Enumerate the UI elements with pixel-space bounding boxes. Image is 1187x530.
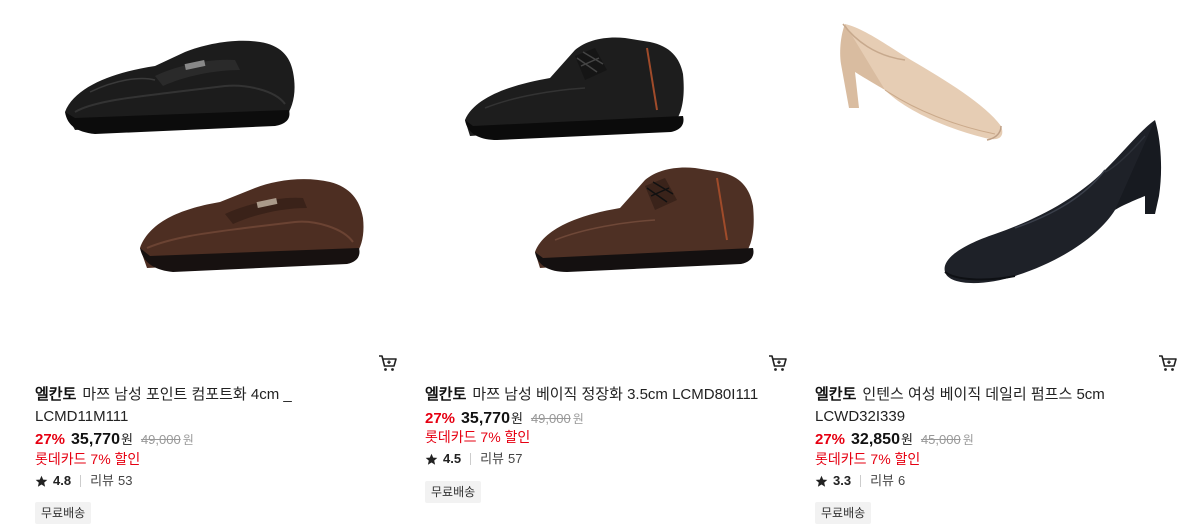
card-discount-text: 롯데카드 7% 할인 <box>35 451 141 467</box>
star-icon <box>815 475 828 488</box>
review-count: 57 <box>508 451 523 466</box>
cart-icon <box>1159 355 1177 371</box>
star-icon <box>35 475 48 488</box>
price-row: 27% 35,770원 49,000 원 <box>425 409 584 429</box>
brand-name: 엘칸토 <box>815 386 857 403</box>
review-label: 리뷰 <box>480 451 504 466</box>
divider <box>80 475 82 487</box>
sale-price: 35,770 <box>71 431 120 448</box>
sale-price: 35,770 <box>461 410 510 427</box>
shoe-pump-image <box>840 23 1162 284</box>
price-row: 27% 35,770원 49,000 원 <box>35 430 194 450</box>
review-label: 리뷰 <box>870 473 894 488</box>
original-currency: 원 <box>182 433 194 447</box>
divider <box>860 475 862 487</box>
product-card[interactable]: 엘칸토 인텐스 여성 베이직 데일리 펌프스 5cm LCWD32I339 27%… <box>815 0 1185 530</box>
divider <box>470 453 472 465</box>
original-price: 49,000 <box>530 411 571 426</box>
rating-score: 4.8 <box>53 473 72 488</box>
rating-score: 3.3 <box>833 473 852 488</box>
add-to-cart-button[interactable] <box>377 352 399 374</box>
original-currency: 원 <box>572 412 584 426</box>
cart-icon <box>379 355 397 371</box>
discount-rate: 27% <box>815 431 846 448</box>
sale-price: 32,850 <box>851 431 900 448</box>
product-title[interactable]: 엘칸토 마쯔 남성 포인트 컴포트화 4cm _ LCMD11M111 <box>35 384 345 428</box>
review-count: 53 <box>118 473 133 488</box>
brand-name: 엘칸토 <box>35 386 77 403</box>
review-count: 6 <box>898 473 906 488</box>
cart-icon <box>769 355 787 371</box>
currency-label: 원 <box>120 432 133 447</box>
product-title[interactable]: 엘칸토 마쯔 남성 베이직 정장화 3.5cm LCMD80I111 <box>425 384 785 406</box>
product-grid: 엘칸토 마쯔 남성 포인트 컴포트화 4cm _ LCMD11M111 27% 35… <box>0 0 1187 530</box>
original-price: 45,000 <box>920 432 961 447</box>
discount-rate: 27% <box>425 410 456 427</box>
price-row: 27% 32,850원 45,000 원 <box>815 430 974 450</box>
rating-row: 4.5 리뷰 57 <box>425 450 522 468</box>
currency-label: 원 <box>900 432 913 447</box>
original-currency: 원 <box>962 433 974 447</box>
brand-name: 엘칸토 <box>425 386 467 403</box>
card-discount-text: 롯데카드 7% 할인 <box>815 451 921 467</box>
star-icon <box>425 453 438 466</box>
rating-score: 4.5 <box>443 451 462 466</box>
add-to-cart-button[interactable] <box>1157 352 1179 374</box>
free-shipping-badge: 무료배송 <box>815 502 872 524</box>
product-image[interactable] <box>425 0 795 340</box>
product-name: 인텐스 여성 베이직 데일리 펌프스 5cm LCWD32I339 <box>815 386 1105 425</box>
product-title[interactable]: 엘칸토 인텐스 여성 베이직 데일리 펌프스 5cm LCWD32I339 <box>815 384 1125 428</box>
product-image[interactable] <box>35 0 405 340</box>
review-label: 리뷰 <box>90 473 114 488</box>
product-name: 마쯔 남성 베이직 정장화 3.5cm LCMD80I111 <box>472 386 759 403</box>
product-card[interactable]: 엘칸토 마쯔 남성 포인트 컴포트화 4cm _ LCMD11M111 27% 35… <box>35 0 405 530</box>
rating-row: 4.8 리뷰 53 <box>35 472 132 490</box>
discount-rate: 27% <box>35 431 66 448</box>
product-image[interactable] <box>815 0 1185 340</box>
product-card[interactable]: 엘칸토 마쯔 남성 베이직 정장화 3.5cm LCMD80I111 27% 35,… <box>425 0 795 530</box>
shoe-oxford-image <box>465 37 754 272</box>
shoe-loafer-image <box>65 40 364 272</box>
add-to-cart-button[interactable] <box>767 352 789 374</box>
free-shipping-badge: 무료배송 <box>35 502 92 524</box>
original-price: 49,000 <box>140 432 181 447</box>
card-discount-text: 롯데카드 7% 할인 <box>425 429 531 445</box>
currency-label: 원 <box>510 411 523 426</box>
rating-row: 3.3 리뷰 6 <box>815 472 905 490</box>
free-shipping-badge: 무료배송 <box>425 481 482 503</box>
